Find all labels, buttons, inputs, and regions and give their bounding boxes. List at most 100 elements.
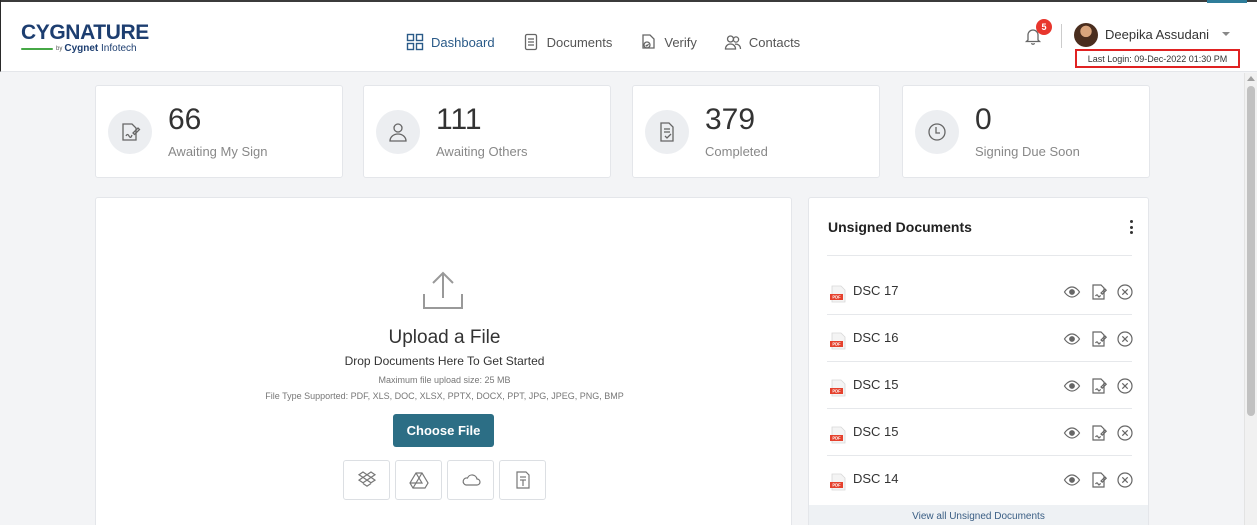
pdf-file-icon: PDF (830, 379, 846, 397)
sign-document-icon[interactable] (1089, 423, 1109, 443)
document-icon (521, 32, 541, 52)
view-all-unsigned-link[interactable]: View all Unsigned Documents (809, 505, 1148, 525)
list-item[interactable]: PDF DSC 17 (827, 268, 1135, 314)
pdf-file-icon: PDF (830, 426, 846, 444)
stat-value: 111 (436, 103, 482, 136)
user-icon (376, 110, 420, 154)
verify-icon (638, 32, 658, 52)
divider (827, 255, 1132, 256)
document-name[interactable]: DSC 15 (853, 424, 899, 439)
document-check-icon (645, 110, 689, 154)
onedrive-icon (462, 474, 481, 486)
reject-close-icon[interactable] (1115, 282, 1135, 302)
brand-logo[interactable]: CYGNATURE by Cygnet Infotech (21, 21, 149, 54)
chevron-down-icon[interactable] (1222, 32, 1230, 36)
pdf-badge-text: PDF (832, 389, 841, 394)
pdf-badge-text: PDF (832, 342, 841, 347)
header-divider (1061, 24, 1062, 48)
upload-dropzone[interactable]: Upload a File Drop Documents Here To Get… (95, 197, 792, 525)
dashboard-grid-icon (405, 32, 425, 52)
list-item[interactable]: PDF DSC 15 (827, 362, 1135, 408)
sign-document-icon[interactable] (1089, 376, 1109, 396)
sign-pen-icon (108, 110, 152, 154)
stat-label: Signing Due Soon (975, 144, 1080, 159)
scroll-up-arrow[interactable] (1247, 76, 1255, 81)
view-eye-icon[interactable] (1062, 282, 1082, 302)
list-item[interactable]: PDF DSC 15 (827, 409, 1135, 455)
unsigned-documents-panel: Unsigned Documents PDF DSC 17 PDF DSC 16 PDF… (808, 197, 1149, 525)
pdf-badge-text: PDF (832, 436, 841, 441)
nav-contacts-label: Contacts (748, 34, 801, 50)
nav-contacts[interactable]: Contacts (723, 32, 800, 52)
nav-dashboard[interactable]: Dashboard (405, 32, 495, 52)
panel-title: Unsigned Documents (828, 219, 972, 235)
view-eye-icon[interactable] (1062, 423, 1082, 443)
last-login-info: Last Login: 09-Dec-2022 01:30 PM (1075, 49, 1240, 68)
nav-documents-label: Documents (546, 34, 613, 50)
nav-verify-label: Verify (664, 34, 697, 50)
onedrive-button[interactable] (447, 460, 494, 500)
pdf-badge-text: PDF (832, 483, 841, 488)
pdf-file-icon: PDF (830, 473, 846, 491)
user-name[interactable]: Deepika Assudani (1105, 27, 1209, 42)
notifications-button[interactable]: 5 (1023, 19, 1052, 48)
avatar[interactable] (1074, 23, 1098, 47)
view-eye-icon[interactable] (1062, 376, 1082, 396)
reject-close-icon[interactable] (1115, 376, 1135, 396)
pdf-file-icon: PDF (830, 332, 846, 350)
top-header: CYGNATURE by Cygnet Infotech Dashboard D… (0, 0, 1257, 72)
scrollbar-thumb[interactable] (1247, 86, 1255, 416)
choose-file-button[interactable]: Choose File (393, 414, 494, 447)
dropbox-icon (357, 471, 376, 487)
google-drive-button[interactable] (395, 460, 442, 500)
brand-subtitle: by Cygnet Infotech (21, 43, 149, 54)
reject-close-icon[interactable] (1115, 329, 1135, 349)
stat-card-signing-due-soon[interactable]: 0 Signing Due Soon (902, 85, 1150, 178)
sign-document-icon[interactable] (1089, 329, 1109, 349)
document-name[interactable]: DSC 16 (853, 330, 899, 345)
brand-company-light: Infotech (98, 43, 137, 54)
contacts-icon (723, 32, 743, 52)
dropbox-button[interactable] (343, 460, 390, 500)
reject-close-icon[interactable] (1115, 470, 1135, 490)
upload-icon (423, 271, 463, 309)
list-item[interactable]: PDF DSC 16 (827, 315, 1135, 361)
brand-by: by (56, 45, 63, 52)
template-button[interactable] (499, 460, 546, 500)
reject-close-icon[interactable] (1115, 423, 1135, 443)
brand-company-bold: Cygnet (64, 43, 99, 54)
more-options-icon[interactable] (1127, 218, 1135, 236)
brand-name: CYGNATURE (21, 21, 149, 44)
pdf-badge-text: PDF (832, 295, 841, 300)
stat-value: 66 (168, 103, 202, 136)
stat-label: Completed (705, 144, 768, 159)
upload-title: Upload a File (388, 327, 501, 348)
stat-card-awaiting-my-sign[interactable]: 66 Awaiting My Sign (95, 85, 343, 178)
sign-document-icon[interactable] (1089, 282, 1109, 302)
google-drive-icon (408, 472, 429, 489)
brand-company-light-text: Infotech (101, 43, 137, 54)
document-name[interactable]: DSC 15 (853, 377, 899, 392)
brand-swoosh (21, 47, 53, 50)
stat-label: Awaiting Others (436, 144, 528, 159)
nav-documents[interactable]: Documents (521, 32, 613, 52)
document-name[interactable]: DSC 14 (853, 471, 899, 486)
document-name[interactable]: DSC 17 (853, 283, 899, 298)
window-top-border (1, 0, 1257, 2)
stat-card-awaiting-others[interactable]: 111 Awaiting Others (363, 85, 611, 178)
clock-icon (915, 110, 959, 154)
upload-max-size: Maximum file upload size: 25 MB (378, 375, 511, 385)
stat-value: 379 (705, 103, 756, 136)
view-eye-icon[interactable] (1062, 470, 1082, 490)
nav-dashboard-label: Dashboard (431, 34, 495, 50)
template-icon (515, 471, 530, 489)
pdf-file-icon: PDF (830, 285, 846, 303)
stat-card-completed[interactable]: 379 Completed (632, 85, 880, 178)
nav-verify[interactable]: Verify (638, 32, 697, 52)
stat-label: Awaiting My Sign (168, 144, 268, 159)
sign-document-icon[interactable] (1089, 470, 1109, 490)
list-item[interactable]: PDF DSC 14 (827, 456, 1135, 502)
top-accent-bar (1207, 0, 1247, 3)
view-eye-icon[interactable] (1062, 329, 1082, 349)
upload-file-types: File Type Supported: PDF, XLS, DOC, XLSX… (265, 391, 624, 401)
